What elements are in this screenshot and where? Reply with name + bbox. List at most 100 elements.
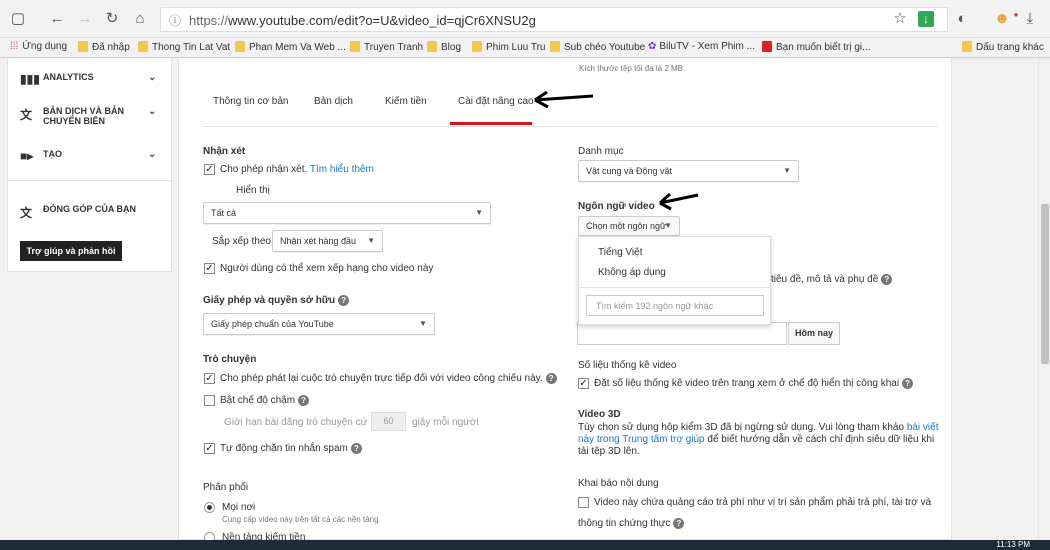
flag-icon (762, 41, 772, 52)
extension-icon[interactable]: ◐ (952, 9, 972, 29)
back-icon[interactable]: ← (47, 9, 67, 29)
sidebar-item-contributions[interactable]: 文 ĐÓNG GÓP CỦA BẠN (20, 204, 170, 220)
star-icon[interactable]: ☆ (890, 9, 910, 29)
home-icon[interactable]: ⌂ (130, 9, 150, 29)
translate-icon: 文 (20, 206, 33, 220)
bookmark-folder[interactable]: Blog (427, 41, 461, 53)
stats-heading: Số liệu thống kê video (578, 360, 677, 371)
everywhere-radio[interactable] (204, 502, 215, 513)
bookmark-other[interactable]: Dấu trang khác (962, 41, 1044, 53)
sidebar-item-create[interactable]: ■▸ TẠO ⌄ (20, 149, 170, 163)
language-dropdown: Tiếng Việt Không áp dụng Tìm kiếm 192 ng… (578, 236, 771, 325)
folder-icon (962, 41, 972, 52)
sidebar-item-translations[interactable]: 文 BẢN DỊCH VÀ BẢN CHUYỂN BIÊN ⌄ (20, 106, 170, 128)
bookmark-bilutv[interactable]: ✿ BiluTV - Xem Phim ... (648, 41, 755, 52)
tab-menu-icon[interactable]: ▢ (8, 9, 28, 29)
bookmark-price[interactable]: Bạn muốn biết trị gi... (762, 41, 871, 53)
video3d-heading: Video 3D (578, 409, 621, 420)
bookmark-folder[interactable]: Phim Luu Tru (472, 41, 545, 53)
downloads-icon[interactable]: ⤓ (1020, 9, 1040, 29)
main-panel: Kích thước tệp tối đa là 2 MB. Thông tin… (178, 58, 952, 540)
scrollbar[interactable] (1038, 58, 1050, 540)
help-icon[interactable]: ? (338, 295, 350, 306)
monetized-platforms-radio[interactable] (204, 532, 215, 540)
folder-icon (472, 41, 482, 52)
disclosure-label: Video này chứa quảng cáo trả phí như vị … (594, 497, 932, 508)
scrollbar-thumb[interactable] (1041, 204, 1049, 364)
help-icon[interactable]: ? (545, 373, 557, 384)
active-tab-indicator (450, 122, 532, 125)
os-taskbar: 11:13 PM (0, 540, 1050, 550)
bookmarks-bar: ⁞⁞⁞ Ứng dụng Đã nhập Thong Tin Lat Vat Ph… (0, 38, 1050, 58)
disclosure-heading: Khai báo nội dung (578, 478, 659, 489)
folder-icon (235, 41, 245, 52)
video3d-text: Tùy chọn sử dụng hộp kiểm 3D đã bị ngừng… (578, 422, 939, 457)
help-icon[interactable]: ? (902, 378, 914, 389)
bookmark-folder[interactable]: Sub chéo Youtube (550, 41, 645, 53)
language-option[interactable]: Không áp dụng (598, 267, 666, 278)
chevron-down-icon: ⌄ (148, 149, 157, 160)
video-camera-icon: ■▸ (20, 149, 34, 163)
page-viewport: ▮▮▮ ANALYTICS ⌄ 文 BẢN DỊCH VÀ BẢN CHUYỂN… (0, 58, 1050, 540)
help-icon[interactable]: ? (881, 274, 893, 285)
help-icon[interactable]: ? (350, 443, 362, 454)
help-feedback-button[interactable]: Trợ giúp và phản hồi (20, 241, 122, 261)
tab-advanced-settings[interactable]: Cài đặt nâng cao (458, 96, 534, 107)
flower-icon: ✿ (648, 41, 657, 52)
info-icon[interactable]: ⓘ (169, 12, 181, 29)
monetized-platforms-label: Nền tảng kiếm tiền (222, 532, 306, 540)
disclosure-checkbox[interactable] (578, 497, 589, 508)
today-button[interactable]: Hôm nay (788, 322, 840, 345)
allow-comments-checkbox[interactable]: ✓ (204, 164, 215, 175)
everywhere-label: Mọi nơi (222, 502, 256, 513)
sidebar: ▮▮▮ ANALYTICS ⌄ 文 BẢN DỊCH VÀ BẢN CHUYỂN… (7, 58, 172, 272)
recording-date-input[interactable] (577, 322, 787, 345)
slow-mode-label: Bật chế độ chậm? (220, 395, 310, 406)
stats-checkbox[interactable]: ✓ (578, 378, 589, 389)
chat-limit-input[interactable]: 60 (371, 412, 406, 431)
page-background (953, 58, 1038, 540)
display-select[interactable]: Tất cả ▼ (203, 202, 491, 224)
forward-icon[interactable]: → (75, 9, 95, 29)
license-heading: Giấy phép và quyền sở hữu? (203, 295, 350, 306)
dropdown-arrow-icon: ▼ (783, 166, 791, 175)
slow-mode-checkbox[interactable] (204, 395, 215, 406)
folder-icon (78, 41, 88, 52)
extension-download-icon[interactable]: ↓ (918, 11, 934, 27)
ratings-checkbox[interactable]: ✓ (204, 263, 215, 274)
language-select-button[interactable]: Chọn một ngôn ngữ ▼ (578, 216, 680, 236)
bookmark-apps[interactable]: ⁞⁞⁞ Ứng dụng (10, 41, 67, 52)
url-scheme: https:// (189, 13, 229, 28)
sort-select[interactable]: Nhận xét hàng đầu ▼ (272, 230, 383, 252)
bookmark-folder[interactable]: Thong Tin Lat Vat (138, 41, 230, 53)
language-behind-text: tiêu đề, mô tả và phụ đề? (771, 274, 893, 285)
tab-basic-info[interactable]: Thông tin cơ bản (213, 96, 289, 107)
spam-checkbox[interactable]: ✓ (204, 443, 215, 454)
folder-icon (427, 41, 437, 52)
learn-more-link[interactable]: Tìm hiểu thêm (310, 164, 374, 175)
tab-translations[interactable]: Bản dịch (314, 96, 353, 107)
language-search-input[interactable]: Tìm kiếm 192 ngôn ngữ khác (586, 295, 764, 316)
bookmark-folder[interactable]: Phan Mem Va Web ... (235, 41, 346, 53)
sidebar-item-analytics[interactable]: ▮▮▮ ANALYTICS ⌄ (20, 72, 170, 86)
taskbar-clock: 11:13 PM (996, 540, 1030, 549)
category-select[interactable]: Vật cung và Động vật ▼ (578, 160, 799, 182)
language-option[interactable]: Tiếng Việt (598, 247, 642, 258)
address-bar[interactable]: ⓘ https://www.youtube.com/edit?o=U&video… (160, 7, 948, 32)
tab-divider (203, 126, 937, 127)
license-select[interactable]: Giấy phép chuẩn của YouTube ▼ (203, 313, 435, 335)
help-icon[interactable]: ? (673, 518, 685, 529)
reload-icon[interactable]: ↻ (102, 9, 122, 29)
bookmark-folder[interactable]: Đã nhập (78, 41, 130, 53)
url-text: www.youtube.com/edit?o=U&video_id=qjCr6X… (228, 13, 536, 28)
bookmark-folder[interactable]: Truyen Tranh (350, 41, 423, 53)
tab-monetization[interactable]: Kiếm tiền (385, 96, 427, 107)
apps-grid-icon: ⁞⁞⁞ (10, 41, 19, 52)
browser-toolbar: ▢ ← → ↻ ⌂ ⓘ https://www.youtube.com/edit… (0, 0, 1050, 38)
chat-limit-suffix: giây mỗi người (412, 417, 479, 428)
video3d-help-link[interactable]: bài viết (907, 422, 939, 433)
chat-replay-checkbox[interactable]: ✓ (204, 373, 215, 384)
annotation-arrow (658, 192, 699, 211)
help-icon[interactable]: ? (298, 395, 310, 406)
video3d-help-link[interactable]: này trong Trung tâm trợ giúp (578, 434, 705, 445)
